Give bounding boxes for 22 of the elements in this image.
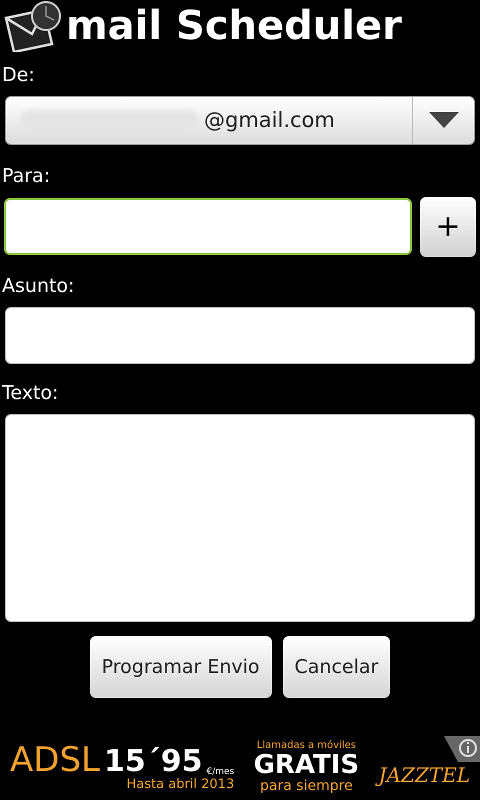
field-label: Texto:: [2, 382, 58, 404]
field-label: Asunto:: [2, 274, 74, 297]
ad-price-unit: €/mes: [206, 768, 234, 777]
input-field[interactable]: [4, 198, 412, 256]
ad-price: 15´95: [104, 746, 202, 777]
cancel-button[interactable]: Cancelar: [282, 636, 390, 698]
ad-product: ADSL: [10, 742, 100, 777]
sender-dropdown[interactable]: @gmail.com: [5, 96, 475, 145]
ad-text: Llamadas a móviles: [256, 740, 356, 752]
dropdown-arrow-icon: [428, 112, 458, 128]
info-icon[interactable]: [444, 736, 480, 762]
field-label: Para:: [2, 164, 50, 187]
input-field[interactable]: [5, 306, 475, 364]
sender-email: @gmail.com: [204, 106, 335, 134]
ad-text: Hasta abril 2013: [126, 776, 234, 794]
ad-text: GRATIS: [254, 752, 360, 778]
schedule-button[interactable]: Programar Envio: [90, 636, 272, 698]
ad-text: para siempre: [260, 778, 353, 796]
app-title: mail Scheduler: [66, 6, 402, 46]
add-recipient-button[interactable]: +: [420, 196, 476, 257]
field-label: De:: [2, 64, 35, 86]
envelope-clock-icon: [2, 0, 62, 52]
